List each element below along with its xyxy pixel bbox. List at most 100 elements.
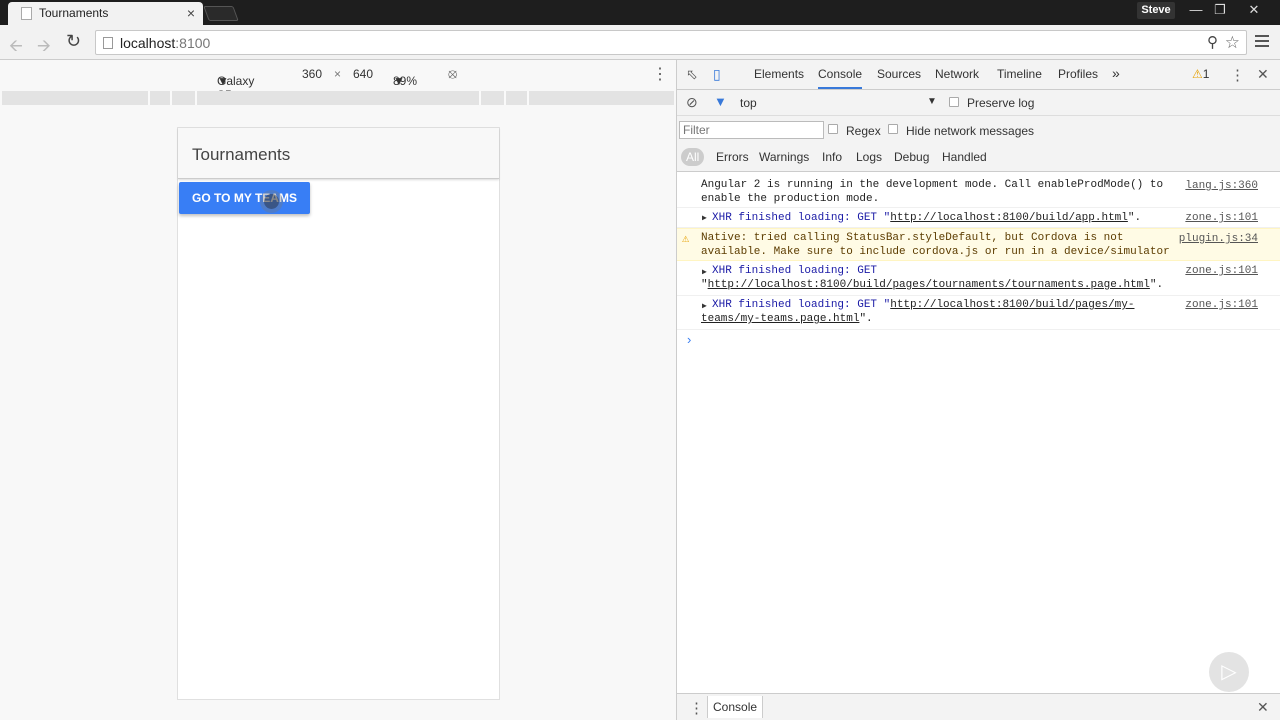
tab-sources[interactable]: Sources <box>877 67 921 81</box>
app-screen: Tournaments GO TO MY TEAMS <box>177 127 500 700</box>
message-text: "http://localhost:8100/build/pages/tourn… <box>701 279 1164 291</box>
device-toolbar: Galaxy S5 ▼ 360 × 640 89% ▼ ⦻ ⋮ <box>217 64 668 102</box>
page-icon <box>103 37 113 49</box>
tab-title: Tournaments <box>39 6 109 20</box>
devtools-panel: ⬁ ▯ Elements Console Sources Network Tim… <box>677 60 1280 720</box>
caret-down-icon: ▼ <box>217 74 229 88</box>
star-icon[interactable]: ☆ <box>1225 33 1240 53</box>
tab-elements[interactable]: Elements <box>754 67 804 81</box>
more-tabs-icon[interactable]: » <box>1112 65 1120 81</box>
window-titlebar: Tournaments × Steve — ❐ ✕ <box>0 0 1280 25</box>
expand-arrow-icon[interactable]: ▶ <box>702 212 707 226</box>
level-debug[interactable]: Debug <box>894 150 929 164</box>
browser-toolbar: 🡨 🡪 ↻ localhost:8100 ⚲ ☆ <box>0 25 1280 60</box>
minimize-button[interactable]: — <box>1184 1 1208 19</box>
log-level-bar: All Errors Warnings Info Logs Debug Hand… <box>677 142 1280 172</box>
device-mode-icon[interactable]: ▯ <box>713 66 721 83</box>
caret-down-icon[interactable]: ▼ <box>927 96 937 107</box>
warning-count: 1 <box>1202 67 1210 81</box>
go-to-my-teams-button[interactable]: GO TO MY TEAMS <box>179 182 310 214</box>
tab-timeline[interactable]: Timeline <box>997 67 1042 81</box>
app-header: Tournaments <box>178 128 499 179</box>
level-warnings[interactable]: Warnings <box>759 150 809 164</box>
new-tab-button[interactable] <box>203 6 239 21</box>
play-watermark-icon: ▷ <box>1209 652 1249 692</box>
hide-network-label: Hide network messages <box>906 124 1035 138</box>
page-title: Tournaments <box>192 145 291 164</box>
message-text: XHR finished loading: GET "http://localh… <box>712 212 1142 224</box>
xhr-url-link[interactable]: http://localhost:8100/build/pages/tourna… <box>708 279 1150 291</box>
reload-icon[interactable]: ↻ <box>66 31 81 52</box>
source-link[interactable]: zone.js:101 <box>1185 298 1258 312</box>
more-vertical-icon[interactable]: ⋮ <box>689 699 704 717</box>
hamburger-menu-icon[interactable] <box>1255 35 1269 47</box>
profile-button[interactable]: Steve <box>1137 2 1175 19</box>
touch-ripple <box>264 194 279 209</box>
level-handled[interactable]: Handled <box>942 150 987 164</box>
context-select[interactable]: top <box>740 96 757 110</box>
browser-tab[interactable]: Tournaments × <box>8 2 203 25</box>
url-text[interactable]: localhost:8100 <box>120 35 210 51</box>
console-prompt[interactable]: › <box>687 332 691 347</box>
close-drawer-icon[interactable]: ✕ <box>1257 699 1269 716</box>
devtools-tabbar: ⬁ ▯ Elements Console Sources Network Tim… <box>677 60 1280 90</box>
device-viewport: Galaxy S5 ▼ 360 × 640 89% ▼ ⦻ ⋮ Tourname… <box>0 60 677 720</box>
preserve-log-label: Preserve log <box>967 96 1035 110</box>
source-link[interactable]: lang.js:360 <box>1185 179 1258 193</box>
close-devtools-icon[interactable]: ✕ <box>1257 66 1269 83</box>
regex-label: Regex <box>846 124 881 138</box>
filter-icon[interactable]: ▼ <box>714 94 727 109</box>
tab-network[interactable]: Network <box>935 67 979 81</box>
message-text: XHR finished loading: GET <box>712 265 878 277</box>
zoom-icon[interactable]: ⚲ <box>1207 33 1218 51</box>
xhr-url-link[interactable]: http://localhost:8100/build/app.html <box>890 212 1128 224</box>
arrow-right-icon[interactable]: 🡪 <box>37 33 51 62</box>
inspect-icon[interactable]: ⬁ <box>686 66 698 83</box>
source-link[interactable]: zone.js:101 <box>1185 211 1258 225</box>
caret-down-icon: ▼ <box>393 74 405 88</box>
tab-close-icon[interactable]: × <box>187 5 195 21</box>
clear-console-icon[interactable]: ⊘ <box>686 94 698 111</box>
restore-button[interactable]: ❐ <box>1208 1 1232 19</box>
close-window-button[interactable]: ✕ <box>1242 1 1266 19</box>
level-info[interactable]: Info <box>822 150 842 164</box>
console-toolbar: ⊘ ▼ top ▼ Preserve log <box>677 90 1280 116</box>
message-text: XHR finished loading: GET "http://localh… <box>712 299 1135 311</box>
message-text: Native: tried calling StatusBar.styleDef… <box>701 232 1170 258</box>
arrow-left-icon[interactable]: 🡨 <box>9 33 23 62</box>
page-icon <box>21 7 32 20</box>
devtools-drawer: ⋮ Console ✕ <box>677 693 1280 720</box>
warning-icon[interactable]: ⚠1 <box>1192 67 1209 81</box>
level-all[interactable]: All <box>681 148 705 166</box>
source-link[interactable]: zone.js:101 <box>1185 264 1258 278</box>
source-link[interactable]: plugin.js:34 <box>1179 232 1258 246</box>
device-height[interactable]: 640 <box>353 67 373 81</box>
device-width[interactable]: 360 <box>302 67 322 81</box>
message-text: teams/my-teams.page.html". <box>701 313 873 325</box>
console-message: Angular 2 is running in the development … <box>677 176 1280 208</box>
tab-console[interactable]: Console <box>818 67 863 89</box>
hide-network-checkbox[interactable] <box>888 124 898 134</box>
times-sign: × <box>334 67 342 81</box>
console-message: ▶ XHR finished loading: GET "http://loca… <box>677 297 1280 330</box>
media-query-ruler[interactable] <box>2 91 674 105</box>
console-message: ▶ XHR finished loading: GET "http://loca… <box>677 263 1280 296</box>
more-vertical-icon[interactable]: ⋮ <box>1230 66 1245 84</box>
rotate-icon[interactable]: ⦻ <box>448 65 457 82</box>
preserve-log-checkbox[interactable] <box>949 97 959 107</box>
level-logs[interactable]: Logs <box>856 150 882 164</box>
address-bar[interactable]: localhost:8100 ⚲ ☆ <box>95 30 1247 55</box>
regex-checkbox[interactable] <box>828 124 838 134</box>
console-message: ▶ XHR finished loading: GET "http://loca… <box>677 210 1280 228</box>
tab-profiles[interactable]: Profiles <box>1058 67 1098 81</box>
more-vertical-icon[interactable]: ⋮ <box>652 64 668 84</box>
message-text: Angular 2 is running in the development … <box>701 179 1164 205</box>
button-label: GO TO MY TEAMS <box>192 191 297 205</box>
console-filter-input[interactable] <box>679 121 824 139</box>
warning-icon: ⚠ <box>682 232 690 246</box>
xhr-url-link[interactable]: teams/my-teams.page.html <box>701 313 859 325</box>
xhr-url-link[interactable]: http://localhost:8100/build/pages/my- <box>890 299 1134 311</box>
drawer-tab-console[interactable]: Console <box>707 696 764 718</box>
console-filter-bar: Regex Hide network messages <box>677 116 1280 142</box>
level-errors[interactable]: Errors <box>716 150 749 164</box>
